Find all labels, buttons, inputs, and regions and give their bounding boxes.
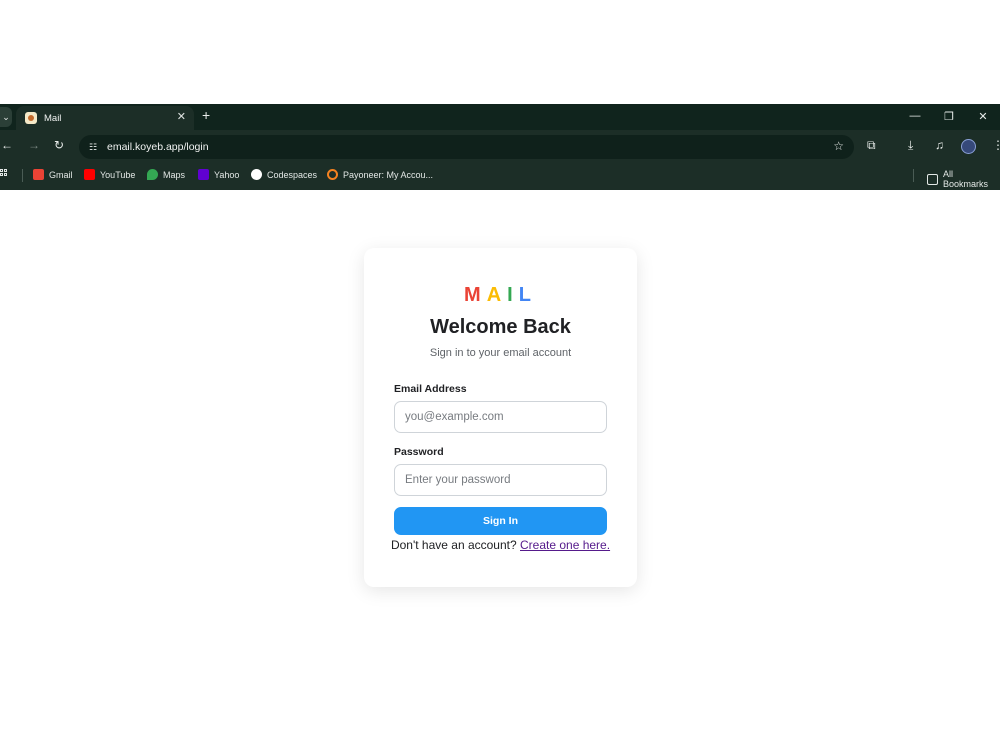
bookmark-payoneer[interactable]: Payoneer: My Accou... bbox=[327, 169, 433, 180]
address-bar[interactable]: ☷ email.koyeb.app/login ☆ bbox=[79, 135, 854, 159]
maps-pin-icon bbox=[147, 169, 158, 180]
logo-letter: M bbox=[464, 284, 487, 306]
close-window-icon[interactable]: ✕ bbox=[966, 110, 1000, 123]
signup-prompt-text: Don't have an account? bbox=[390, 538, 517, 552]
logo-letter: A bbox=[486, 284, 508, 306]
forward-icon[interactable]: → bbox=[28, 138, 40, 152]
login-card: MAIL Welcome Back Sign in to your email … bbox=[364, 248, 637, 587]
yahoo-icon bbox=[198, 169, 209, 180]
bookmarks-divider bbox=[22, 169, 23, 182]
reload-icon[interactable]: ↻ bbox=[54, 138, 64, 152]
email-label: Email Address bbox=[394, 383, 467, 395]
youtube-icon bbox=[84, 169, 95, 180]
create-account-link[interactable]: Create one here. bbox=[520, 538, 610, 552]
browser-chrome: ⌄ Mail ✕ + — ❐ ✕ ← → ↻ ☷ email.koyeb.app… bbox=[0, 104, 1000, 190]
sign-in-button[interactable]: Sign In bbox=[394, 507, 607, 535]
apps-grid-icon[interactable] bbox=[0, 169, 10, 179]
minimize-icon[interactable]: — bbox=[898, 110, 932, 122]
mail-favicon-icon bbox=[25, 112, 37, 124]
site-settings-icon[interactable]: ☷ bbox=[85, 139, 101, 155]
page-title: Welcome Back bbox=[430, 316, 571, 338]
chevron-down-icon: ⌄ bbox=[2, 111, 10, 122]
media-control-icon[interactable]: ♫ bbox=[935, 138, 944, 152]
gmail-icon bbox=[33, 169, 44, 180]
folder-icon bbox=[927, 173, 938, 185]
bookmark-youtube[interactable]: YouTube bbox=[84, 169, 135, 180]
password-field[interactable] bbox=[394, 464, 607, 496]
bookmarks-divider bbox=[913, 169, 914, 182]
window-controls: — ❐ ✕ bbox=[898, 104, 1000, 128]
page-subtitle: Sign in to your email account bbox=[429, 347, 572, 359]
logo-letter: I bbox=[507, 284, 519, 306]
tab-title: Mail bbox=[44, 112, 62, 124]
bookmark-star-icon[interactable]: ☆ bbox=[833, 139, 844, 153]
bookmark-gmail[interactable]: Gmail bbox=[33, 169, 73, 180]
download-icon[interactable]: ⤓ bbox=[908, 138, 913, 153]
new-tab-icon[interactable]: + bbox=[202, 107, 210, 123]
profile-avatar[interactable] bbox=[961, 139, 976, 154]
tab-strip: ⌄ Mail ✕ + — ❐ ✕ bbox=[0, 104, 1000, 130]
mail-logo: MAIL bbox=[364, 284, 637, 307]
signup-prompt: Don't have an account? Create one here. bbox=[364, 538, 637, 552]
bookmark-yahoo[interactable]: Yahoo bbox=[198, 169, 239, 180]
bookmark-codespaces[interactable]: Codespaces bbox=[251, 169, 317, 180]
close-tab-icon[interactable]: ✕ bbox=[177, 110, 186, 123]
extensions-icon[interactable]: ⧉ bbox=[867, 138, 876, 153]
logo-letter: L bbox=[518, 284, 537, 306]
github-icon bbox=[251, 169, 262, 180]
tab-mail[interactable]: Mail ✕ bbox=[16, 106, 194, 130]
password-label: Password bbox=[394, 446, 444, 458]
menu-icon[interactable]: ⋮ bbox=[992, 138, 1000, 152]
all-bookmarks[interactable]: All Bookmarks bbox=[927, 169, 1000, 189]
bookmark-maps[interactable]: Maps bbox=[147, 169, 185, 180]
tab-search-button[interactable]: ⌄ bbox=[0, 107, 12, 127]
payoneer-icon bbox=[327, 169, 338, 180]
back-icon[interactable]: ← bbox=[1, 138, 13, 152]
bookmarks-bar: Gmail YouTube Maps Yahoo Codespaces Payo… bbox=[0, 164, 1000, 189]
email-field[interactable] bbox=[394, 401, 607, 433]
restore-icon[interactable]: ❐ bbox=[932, 110, 966, 123]
url-text: email.koyeb.app/login bbox=[107, 141, 209, 153]
browser-toolbar: ← → ↻ ☷ email.koyeb.app/login ☆ ⧉ ⤓ ♫ ⋮ bbox=[0, 133, 1000, 161]
